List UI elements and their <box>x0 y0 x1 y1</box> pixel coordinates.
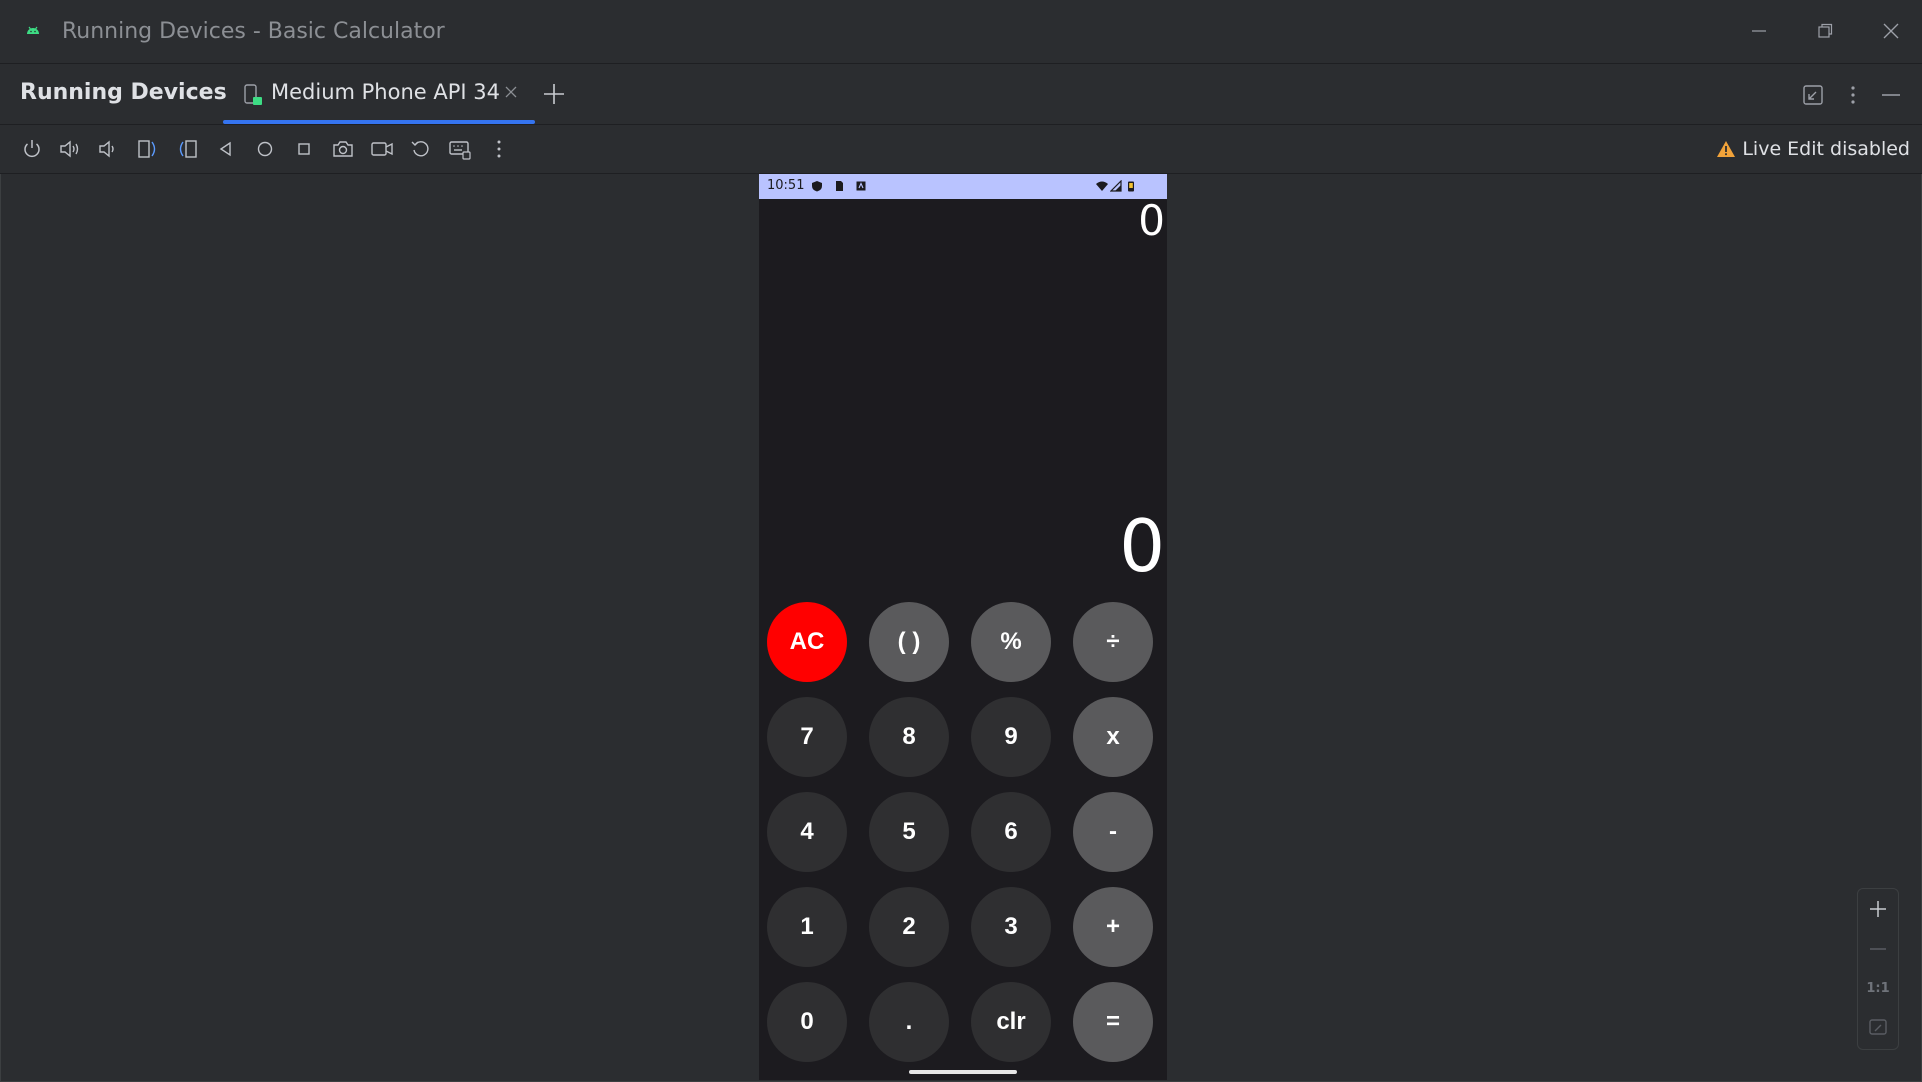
reset-icon[interactable] <box>409 137 433 161</box>
key-add[interactable]: + <box>1073 887 1153 967</box>
key-5[interactable]: 5 <box>869 792 949 872</box>
back-icon[interactable] <box>214 137 238 161</box>
device-screen[interactable]: 10:51 0 0 AC ( ) % ÷ 7 8 9 x 4 5 6 - 1 2… <box>759 174 1167 1080</box>
actual-size-label: 1:1 <box>1866 980 1890 996</box>
home-icon[interactable] <box>253 137 277 161</box>
key-0[interactable]: 0 <box>767 982 847 1062</box>
more-vertical-icon[interactable] <box>487 137 511 161</box>
live-edit-status[interactable]: Live Edit disabled <box>1716 138 1910 160</box>
notification-icon <box>856 181 866 191</box>
warning-icon <box>1717 141 1736 157</box>
minus-icon <box>1870 948 1886 950</box>
expression-display: 0 <box>1138 196 1165 245</box>
minimize-icon <box>1752 30 1766 32</box>
tool-window-header: Running Devices Medium Phone API 34 <box>0 64 1922 125</box>
fit-screen-icon <box>1869 1019 1887 1035</box>
device-toolbar: Live Edit disabled <box>0 125 1922 174</box>
screenshot-icon[interactable] <box>331 137 355 161</box>
key-9[interactable]: 9 <box>971 697 1051 777</box>
key-1[interactable]: 1 <box>767 887 847 967</box>
zoom-in-button[interactable] <box>1858 891 1898 927</box>
key-percent[interactable]: % <box>971 602 1051 682</box>
key-decimal[interactable]: . <box>869 982 949 1062</box>
battery-icon <box>1128 181 1134 192</box>
key-3[interactable]: 3 <box>971 887 1051 967</box>
more-icon[interactable] <box>1840 82 1866 108</box>
key-subtract[interactable]: - <box>1073 792 1153 872</box>
sim-card-icon <box>836 181 843 191</box>
key-clear[interactable]: clr <box>971 982 1051 1062</box>
gesture-nav-bar[interactable] <box>909 1070 1017 1074</box>
zoom-out-button[interactable] <box>1858 931 1898 967</box>
restore-icon <box>1818 23 1833 38</box>
key-4[interactable]: 4 <box>767 792 847 872</box>
status-bar: 10:51 <box>759 174 1167 199</box>
collapse-icon[interactable] <box>1800 82 1826 108</box>
key-7[interactable]: 7 <box>767 697 847 777</box>
result-display: 0 <box>1119 504 1165 588</box>
volume-down-icon[interactable] <box>96 137 120 161</box>
tab-medium-phone[interactable]: Medium Phone API 34 <box>223 64 535 124</box>
key-divide[interactable]: ÷ <box>1073 602 1153 682</box>
title-bar: Running Devices - Basic Calculator <box>0 0 1922 64</box>
fit-screen-button[interactable] <box>1858 1009 1898 1045</box>
keyboard-icon[interactable] <box>448 137 472 161</box>
zoom-controls: 1:1 <box>1857 888 1899 1050</box>
signal-icon <box>1110 180 1122 192</box>
plus-icon <box>1870 901 1886 917</box>
volume-up-icon[interactable] <box>58 137 82 161</box>
rotate-right-icon[interactable] <box>175 137 199 161</box>
screen-record-icon[interactable] <box>370 137 394 161</box>
key-ac[interactable]: AC <box>767 602 847 682</box>
key-multiply[interactable]: x <box>1073 697 1153 777</box>
tab-close-icon[interactable] <box>503 84 519 100</box>
minimize-button[interactable] <box>1742 14 1776 48</box>
shield-icon <box>812 181 822 192</box>
key-2[interactable]: 2 <box>869 887 949 967</box>
key-6[interactable]: 6 <box>971 792 1051 872</box>
key-parens[interactable]: ( ) <box>869 602 949 682</box>
tool-window-title: Running Devices <box>20 80 227 105</box>
restore-button[interactable] <box>1808 14 1842 48</box>
close-window-button[interactable] <box>1874 14 1908 48</box>
key-8[interactable]: 8 <box>869 697 949 777</box>
live-edit-label: Live Edit disabled <box>1742 138 1910 160</box>
active-tab-indicator <box>223 120 535 124</box>
wifi-icon <box>1096 181 1108 191</box>
window-title: Running Devices - Basic Calculator <box>62 19 445 44</box>
rotate-left-icon[interactable] <box>136 137 160 161</box>
android-studio-icon <box>27 26 39 34</box>
device-phone-icon <box>244 84 262 105</box>
add-tab-icon[interactable] <box>540 80 568 108</box>
close-icon <box>1883 23 1899 39</box>
hide-icon[interactable] <box>1878 82 1904 108</box>
overview-icon[interactable] <box>292 137 316 161</box>
status-time: 10:51 <box>767 178 805 193</box>
tab-label: Medium Phone API 34 <box>271 80 500 104</box>
actual-size-button[interactable]: 1:1 <box>1858 970 1898 1006</box>
key-equals[interactable]: = <box>1073 982 1153 1062</box>
power-icon[interactable] <box>20 137 44 161</box>
